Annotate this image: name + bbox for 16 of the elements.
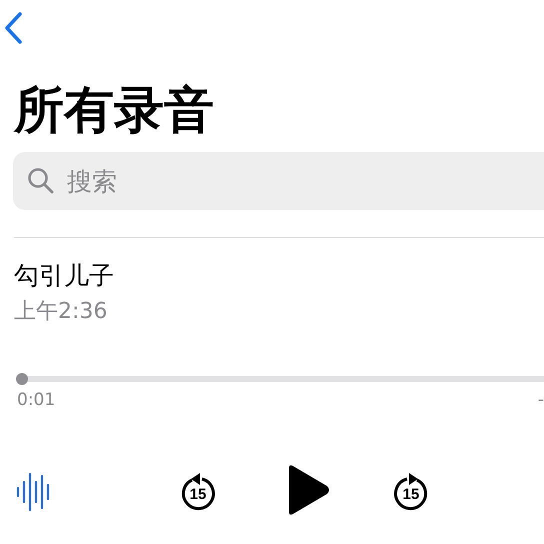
page-title: 所有录音 xyxy=(14,80,215,141)
skip-forward-button[interactable]: 15 xyxy=(391,471,431,513)
back-button[interactable] xyxy=(2,11,24,45)
search-icon xyxy=(27,167,55,195)
search-bar[interactable]: 搜索 xyxy=(13,152,544,210)
chevron-left-icon xyxy=(2,11,24,45)
progress-track[interactable] xyxy=(16,376,544,382)
waveform-button[interactable] xyxy=(16,472,52,512)
progress-thumb[interactable] xyxy=(16,373,28,385)
waveform-icon xyxy=(16,472,52,512)
remaining-time: - xyxy=(538,390,544,410)
search-field[interactable]: 搜索 xyxy=(65,166,369,196)
elapsed-time: 0:01 xyxy=(17,390,56,410)
recording-title[interactable]: 勾引儿子 xyxy=(14,260,544,292)
skip-back-button[interactable]: 15 xyxy=(178,471,218,513)
recording-time: 上午2:36 xyxy=(14,298,108,326)
